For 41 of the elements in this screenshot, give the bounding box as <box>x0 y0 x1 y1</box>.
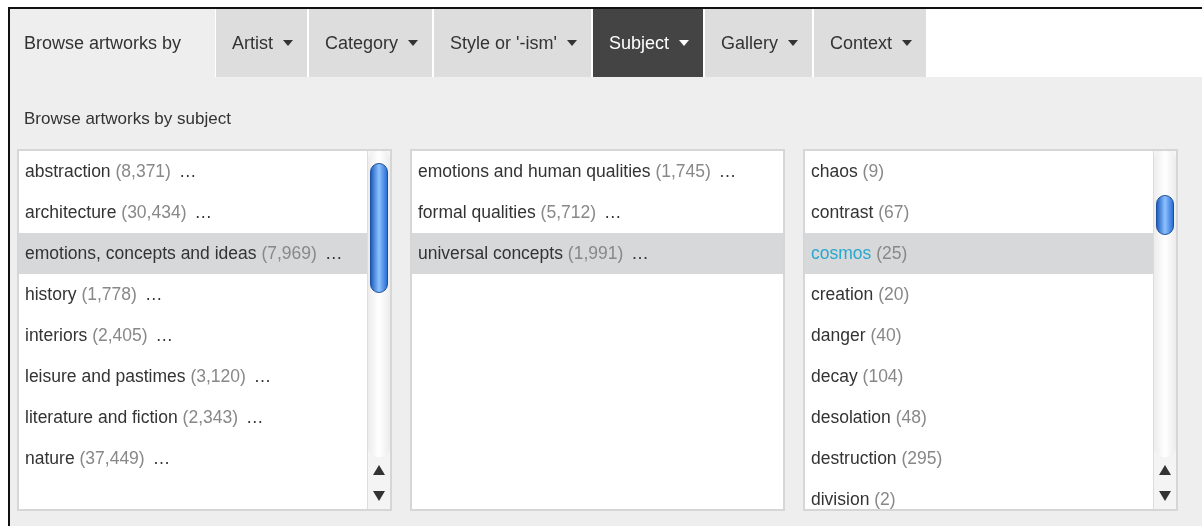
list-item[interactable]: decay (104) <box>805 356 1153 397</box>
list-item[interactable]: danger (40) <box>805 315 1153 356</box>
list-item[interactable]: desolation (48) <box>805 397 1153 438</box>
up-arrow-icon[interactable] <box>373 465 385 475</box>
list-item[interactable]: chaos (9) <box>805 151 1153 192</box>
list-item[interactable]: leisure and pastimes (3,120) … <box>19 356 367 397</box>
nav-tab[interactable]: Category <box>309 9 433 77</box>
caret-icon <box>679 40 689 46</box>
list-item[interactable]: destruction (295) <box>805 438 1153 479</box>
scrollbar[interactable] <box>1153 151 1176 509</box>
list-item[interactable]: division (2) <box>805 479 1153 509</box>
browse-label: Browse artworks by <box>10 9 215 77</box>
down-arrow-icon[interactable] <box>373 491 385 501</box>
list-item[interactable]: literature and fiction (2,343) … <box>19 397 367 438</box>
list-item[interactable]: contrast (67) <box>805 192 1153 233</box>
list-item[interactable]: formal qualities (5,712) … <box>412 192 783 233</box>
list-item[interactable]: interiors (2,405) … <box>19 315 367 356</box>
caret-icon <box>566 40 577 46</box>
list-item[interactable]: universal concepts (1,991) … <box>412 233 783 274</box>
list-item[interactable]: abstraction (8,371) … <box>19 151 367 192</box>
nav-tab[interactable]: Subject <box>592 9 703 77</box>
nav-tab[interactable]: Gallery <box>705 9 812 77</box>
scroll-thumb[interactable] <box>1156 195 1174 235</box>
up-arrow-icon[interactable] <box>1159 465 1171 475</box>
list-item[interactable]: history (1,778) … <box>19 274 367 315</box>
list-item[interactable]: nature (37,449) … <box>19 438 367 479</box>
list-item[interactable]: emotions, concepts and ideas (7,969) … <box>19 233 367 274</box>
caret-icon <box>408 40 419 46</box>
caret-icon <box>902 40 913 46</box>
down-arrow-icon[interactable] <box>1159 491 1171 501</box>
list-item[interactable]: emotions and human qualities (1,745) … <box>412 151 783 192</box>
nav-tab[interactable]: Artist <box>216 9 307 77</box>
nav-tab[interactable]: Style or '-ism' <box>434 9 591 77</box>
section-heading: Browse artworks by subject <box>23 108 232 130</box>
scrollbar[interactable] <box>367 151 390 509</box>
nav-tab[interactable]: Context <box>814 9 927 77</box>
list-item[interactable]: architecture (30,434) … <box>19 192 367 233</box>
scroll-thumb[interactable] <box>370 163 388 293</box>
caret-icon <box>283 40 293 46</box>
list-item[interactable]: creation (20) <box>805 274 1153 315</box>
caret-icon <box>788 40 798 46</box>
